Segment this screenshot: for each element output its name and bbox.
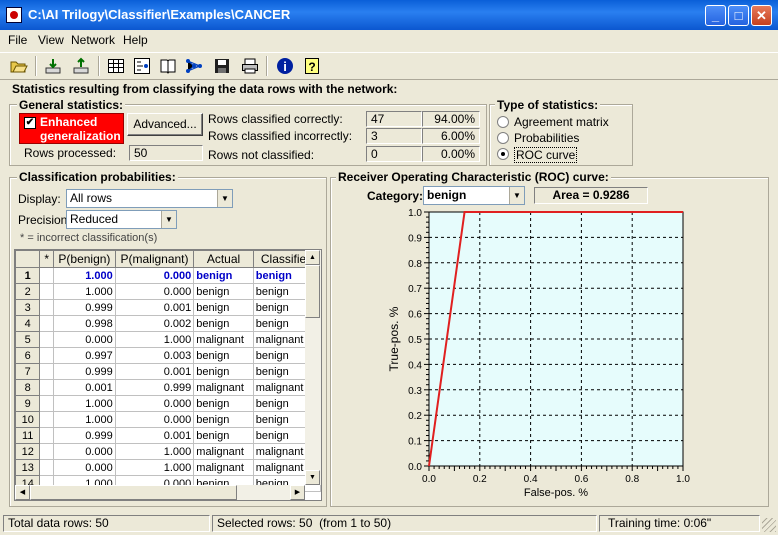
resize-grip-icon[interactable] <box>762 518 776 532</box>
y-tick-label: 0.1 <box>408 437 422 448</box>
y-tick-label: 0.4 <box>408 360 422 371</box>
status-total-rows: Total data rows: 50 <box>3 515 210 532</box>
y-tick-label: 0.0 <box>408 462 422 473</box>
x-tick-label: 0.0 <box>422 474 436 485</box>
y-tick-label: 0.3 <box>408 386 422 397</box>
x-tick-label: 0.2 <box>473 474 487 485</box>
x-tick-label: 0.4 <box>524 474 538 485</box>
roc-chart: 0.0 0.1 0.2 0.3 0.4 0.5 0.6 0.7 0.8 0.9 1.0 0.0 0.2 0… <box>387 208 690 499</box>
x-tick-label: 0.8 <box>625 474 639 485</box>
status-selected-count: Selected rows: 50 <box>217 516 313 530</box>
y-tick-label: 0.6 <box>408 310 422 321</box>
y-tick-label: 0.9 <box>408 233 422 244</box>
y-tick-label: 1.0 <box>408 208 422 219</box>
status-selected-rows: Selected rows: 50 (from 1 to 50) <box>212 515 597 532</box>
x-tick-label: 1.0 <box>676 474 690 485</box>
y-tick-label: 0.8 <box>408 259 422 270</box>
status-training-time: Training time: 0:06" <box>599 515 760 532</box>
y-tick-label: 0.2 <box>408 411 422 422</box>
x-tick-label: 0.6 <box>574 474 588 485</box>
y-tick-label: 0.7 <box>408 284 422 295</box>
status-bar: Total data rows: 50 Selected rows: 50 (f… <box>0 513 778 535</box>
status-selected-range: (from 1 to 50) <box>319 516 392 530</box>
y-axis-label: True-pos. % <box>387 306 401 371</box>
x-axis-label: False-pos. % <box>524 487 588 499</box>
y-tick-label: 0.5 <box>408 335 422 346</box>
